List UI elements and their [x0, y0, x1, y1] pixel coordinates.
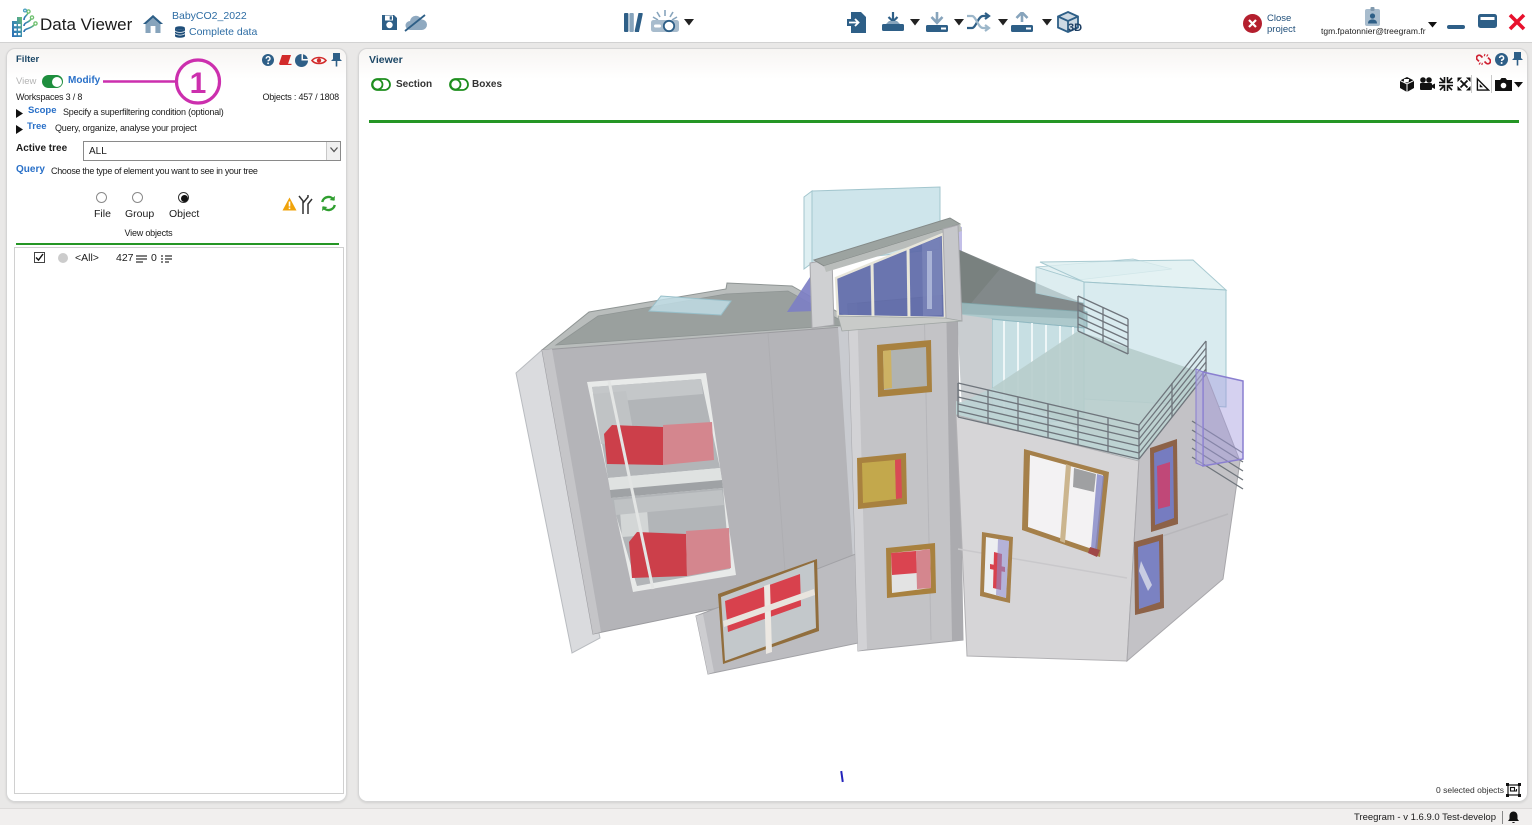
svg-text:1: 1 — [190, 67, 207, 100]
